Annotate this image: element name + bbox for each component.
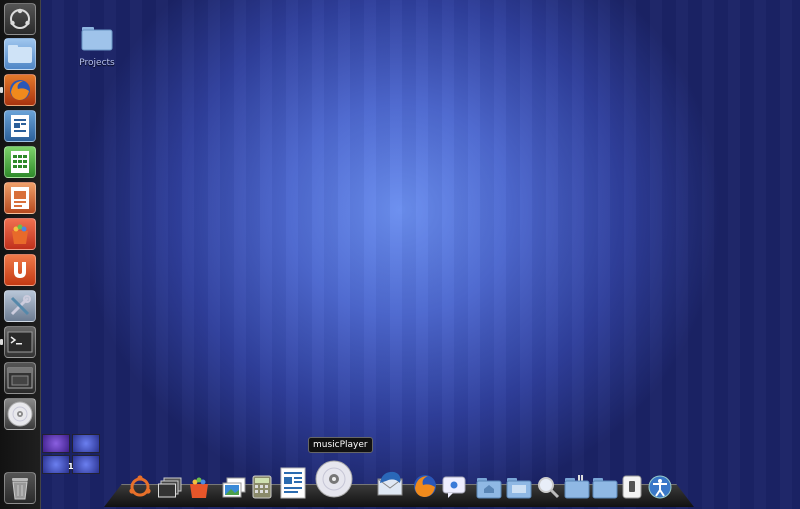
dash-home-button[interactable] [4, 3, 36, 35]
dock-item-ubuntu[interactable] [128, 475, 152, 499]
terminal-icon [7, 331, 33, 353]
dock-item-folder-2[interactable] [592, 477, 618, 499]
workspace-switcher[interactable]: 1 [42, 434, 102, 476]
trash-launcher-button[interactable] [4, 472, 36, 504]
music-player-launcher-button[interactable] [4, 398, 36, 430]
workspace-2[interactable] [72, 434, 100, 453]
ubuntu-logo-icon [129, 475, 151, 497]
firefox-icon [10, 80, 30, 100]
launcher [0, 0, 41, 509]
dock-item-music-folder[interactable] [564, 475, 590, 499]
windows-stack-icon [158, 477, 182, 498]
dock [104, 460, 694, 509]
search-icon [538, 477, 560, 499]
firefox-icon [414, 475, 436, 497]
ubuntu-one-launcher-button[interactable] [4, 254, 36, 286]
dock-item-music-player[interactable] [314, 459, 354, 499]
home-folder-icon [476, 478, 502, 499]
dock-item-image-viewer[interactable] [222, 477, 246, 499]
files-launcher-button[interactable] [4, 38, 36, 70]
folder-icon [592, 478, 618, 499]
workspace-3[interactable] [42, 455, 70, 474]
dock-item-firefox[interactable] [412, 473, 438, 499]
running-indicator [0, 339, 3, 345]
dock-item-calculator[interactable] [252, 475, 272, 499]
workspace-number: 1 [68, 462, 74, 471]
music-folder-icon [564, 475, 590, 499]
workspace-1[interactable] [42, 434, 70, 453]
dock-item-thunderbird[interactable] [374, 469, 406, 499]
dock-item-folder[interactable] [506, 477, 532, 499]
desktop-folder-label: Projects [79, 58, 115, 68]
folder-icon [81, 27, 113, 51]
switch-icon [622, 475, 642, 499]
wallpaper [0, 0, 800, 509]
ubuntu-one-icon [14, 262, 26, 278]
writer-document-icon [280, 467, 306, 499]
impress-launcher-button[interactable] [4, 182, 36, 214]
tools-icon [10, 295, 31, 316]
dock-item-accessibility[interactable] [648, 475, 672, 499]
folder-icon [506, 478, 532, 499]
writer-launcher-button[interactable] [4, 110, 36, 142]
chat-icon [442, 476, 466, 498]
thunderbird-icon [377, 471, 403, 496]
dock-item-chat[interactable] [442, 475, 466, 499]
dock-item-software-center[interactable] [188, 475, 210, 499]
software-center-launcher-button[interactable] [4, 218, 36, 250]
trash-icon [12, 478, 28, 500]
calc-launcher-button[interactable] [4, 146, 36, 178]
window-app-launcher-button[interactable] [4, 362, 36, 394]
window-icon [7, 367, 33, 389]
folder-icon [8, 45, 32, 63]
shopping-bag-icon [12, 224, 28, 244]
calculator-icon [252, 475, 272, 499]
libreoffice-writer-icon [11, 115, 29, 137]
libreoffice-calc-icon [11, 151, 29, 173]
system-settings-launcher-button[interactable] [4, 290, 36, 322]
dock-item-windows[interactable] [158, 477, 182, 499]
cd-icon [7, 401, 33, 427]
dock-tooltip: musicPlayer [308, 437, 373, 453]
dock-item-writer[interactable] [280, 467, 306, 499]
workspace-4[interactable] [72, 455, 100, 474]
desktop-folder-projects[interactable]: Projects [70, 26, 124, 68]
dock-item-search[interactable] [536, 475, 560, 499]
image-viewer-icon [222, 477, 246, 498]
libreoffice-impress-icon [11, 187, 29, 209]
ubuntu-logo-icon [10, 8, 30, 29]
accessibility-icon [648, 475, 672, 499]
firefox-launcher-button[interactable] [4, 74, 36, 106]
dock-item-switch[interactable] [622, 475, 642, 499]
software-bag-icon [190, 477, 208, 498]
cd-icon [315, 460, 353, 498]
dock-item-home-folder[interactable] [476, 477, 502, 499]
running-indicator [0, 87, 3, 93]
terminal-launcher-button[interactable] [4, 326, 36, 358]
